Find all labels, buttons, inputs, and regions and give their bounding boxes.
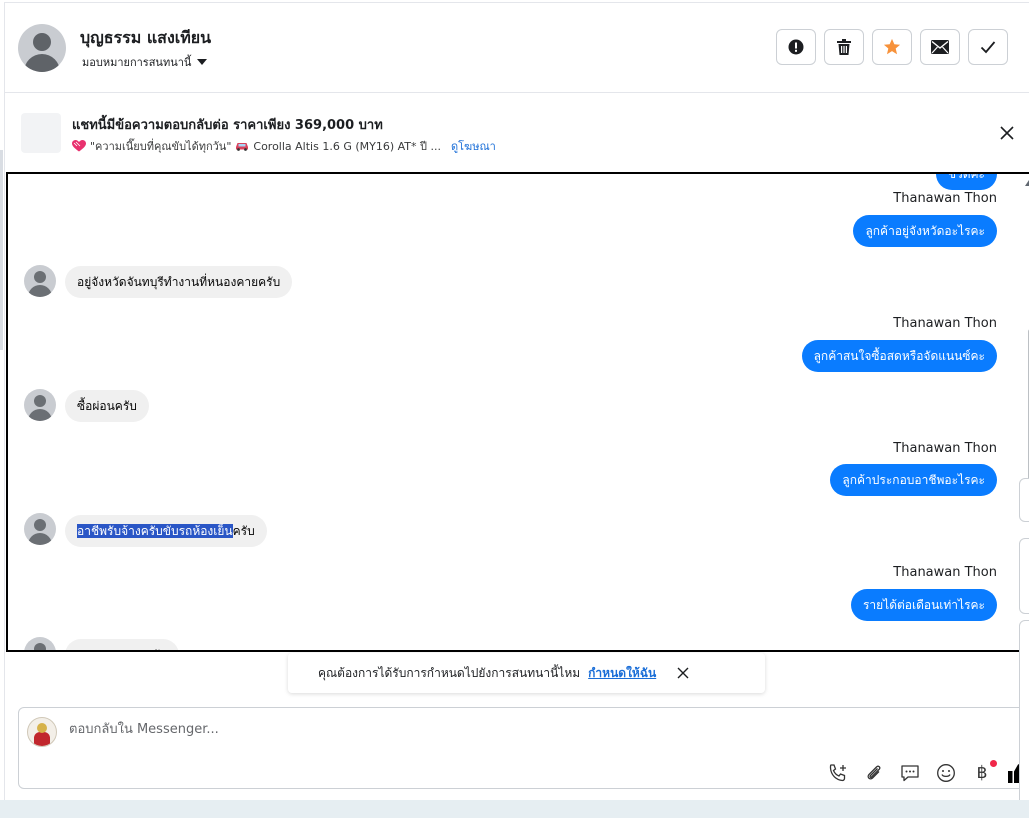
conversation-panel: บุญธรรม แสงเทียน มอบหมายการสนทนานี้ แชทน…	[4, 2, 1029, 801]
message-bubble-incoming[interactable]: ซื้อผ่อนครับ	[65, 390, 149, 422]
view-ad-link[interactable]: ดูโฆษณา	[451, 137, 496, 155]
assign-prompt-toast: คุณต้องการได้รับการกำหนดไปยังการสนทนานี้…	[288, 653, 765, 693]
message-bubble-outgoing[interactable]: ลูกค้าอยู่จังหวัดอะไรคะ	[853, 215, 997, 247]
check-icon	[980, 41, 996, 54]
reply-input[interactable]	[67, 721, 771, 738]
ad-title: แชทนี้มีข้อความตอบกลับต่อ ราคาเพียง 369,…	[72, 118, 383, 133]
notification-dot	[990, 760, 997, 767]
assign-prompt-text: คุณต้องการได้รับการกำหนดไปยังการสนทนานี้…	[318, 665, 581, 680]
mark-done-button[interactable]	[968, 29, 1008, 65]
star-icon	[883, 38, 901, 55]
conversation-header: บุญธรรม แสงเทียน มอบหมายการสนทนานี้	[5, 3, 1029, 93]
chat-bubble-icon	[901, 765, 919, 782]
emoji-button[interactable]	[935, 762, 957, 784]
car-icon	[236, 143, 249, 151]
sender-name: Thanawan Thon	[893, 191, 997, 206]
trash-icon	[837, 39, 851, 55]
envelope-icon	[931, 40, 949, 54]
sender-name: Thanawan Thon	[893, 565, 997, 580]
assign-label: มอบหมายการสนทนานี้	[82, 56, 192, 69]
page-avatar	[27, 717, 57, 747]
star-button[interactable]	[872, 29, 912, 65]
assign-to-me-link[interactable]: กำหนดให้ฉัน	[588, 664, 656, 683]
payment-button[interactable]: ฿	[971, 760, 997, 784]
message-thread[interactable]: ชวดคะ Thanawan Thon ลูกค้าอยู่จังหวัดอะไ…	[6, 172, 1029, 652]
side-widget[interactable]	[1019, 620, 1029, 812]
call-button[interactable]	[827, 762, 849, 784]
message-bubble-outgoing[interactable]: รายได้ต่อเดือนเท่าไรคะ	[850, 589, 997, 621]
alert-circle-icon	[788, 39, 804, 55]
mark-unread-button[interactable]	[920, 29, 960, 65]
caret-down-icon	[197, 59, 208, 65]
attach-button[interactable]	[863, 762, 885, 784]
ad-quote: "ความเนี๊ยบที่คุณขับได้ทุกวัน"	[90, 140, 232, 153]
sender-name: Thanawan Thon	[893, 316, 997, 331]
ad-context-bar: แชทนี้มีข้อความตอบกลับต่อ ราคาเพียง 369,…	[5, 93, 1029, 171]
ad-thumbnail[interactable]	[21, 113, 61, 153]
message-bubble-incoming[interactable]: อาชีพรับจ้างครับขับรถห้องเย็นครับ	[65, 515, 267, 547]
ad-car-model: Corolla Altis 1.6 G (MY16) AT* ปี ...	[253, 140, 441, 153]
heart-icon	[72, 140, 86, 152]
baht-icon: ฿	[976, 763, 988, 783]
phone-plus-icon	[829, 764, 846, 782]
message-bubble-incoming[interactable]: 20,000 บาทครับ	[65, 639, 180, 650]
close-icon[interactable]	[676, 666, 690, 680]
scroll-up-arrow[interactable]	[1025, 180, 1029, 186]
assign-conversation-dropdown[interactable]: มอบหมายการสนทนานี้	[82, 53, 208, 71]
message-bubble-outgoing[interactable]: ชวดคะ	[935, 174, 997, 190]
smiley-icon	[937, 764, 955, 782]
contact-avatar-small[interactable]	[24, 389, 56, 421]
spam-button[interactable]	[776, 29, 816, 65]
saved-replies-button[interactable]	[899, 762, 921, 784]
contact-avatar-small[interactable]	[24, 513, 56, 545]
contact-avatar-small[interactable]	[24, 637, 56, 650]
reply-composer: ฿	[18, 707, 1029, 789]
paperclip-icon	[867, 765, 881, 780]
close-icon[interactable]	[998, 124, 1016, 142]
sender-name: Thanawan Thon	[893, 441, 997, 456]
selected-text[interactable]: อาชีพรับจ้างครับขับรถห้องเย็น	[77, 524, 233, 538]
bottom-strip	[0, 800, 1029, 818]
header-actions	[776, 29, 1008, 65]
message-bubble-outgoing[interactable]: ลูกค้าประกอบอาชีพอะไรคะ	[830, 464, 997, 496]
ad-description: "ความเนี๊ยบที่คุณขับได้ทุกวัน" Corolla A…	[72, 137, 496, 155]
left-divider	[0, 150, 3, 350]
composer-tools: ฿	[827, 760, 1029, 784]
delete-button[interactable]	[824, 29, 864, 65]
message-bubble-incoming[interactable]: อยู่จังหวัดจันทบุรีทำงานที่หนองคายครับ	[65, 266, 293, 298]
side-widget[interactable]	[1019, 478, 1029, 522]
message-bubble-outgoing[interactable]: ลูกค้าสนใจซื้อสดหรือจัดแนนซ์คะ	[801, 340, 997, 372]
contact-avatar-small[interactable]	[24, 265, 56, 297]
contact-name[interactable]: บุญธรรม แสงเทียน	[80, 26, 211, 51]
contact-avatar[interactable]	[18, 24, 66, 72]
message-text: ครับ	[232, 524, 255, 538]
side-widget[interactable]	[1019, 538, 1029, 614]
